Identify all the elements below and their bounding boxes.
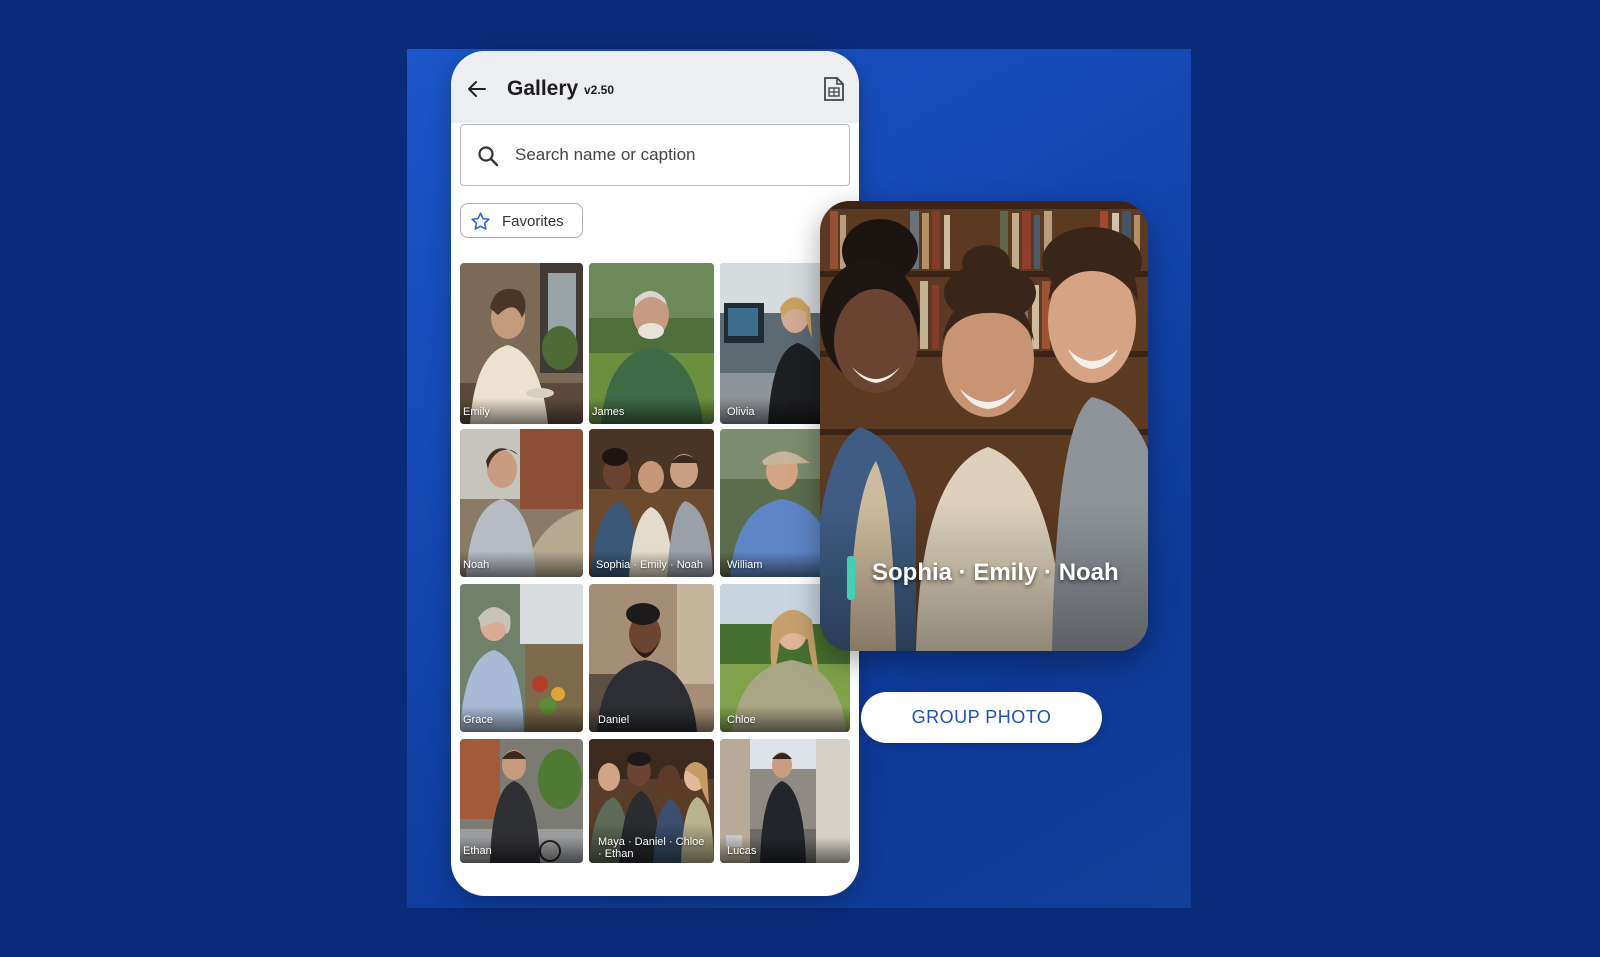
photo-tile[interactable]: Emily [460, 263, 583, 424]
star-outline-icon [471, 212, 490, 230]
detail-caption: Sophia · Emily · Noah [872, 559, 1119, 586]
tile-caption: Lucas [727, 845, 757, 857]
document-icon[interactable] [823, 76, 845, 102]
group-photo-label: GROUP PHOTO [911, 707, 1052, 727]
search-placeholder: Search name or caption [515, 145, 696, 164]
group-photo-button[interactable]: GROUP PHOTO [861, 692, 1102, 743]
phone-frame: Gallery v2.50 Search name or caption Fav… [451, 51, 859, 896]
photo-tile[interactable]: Grace [460, 584, 583, 732]
tile-caption: James [592, 406, 625, 418]
photo-tile[interactable]: Sophia · Emily · Noah [589, 429, 714, 577]
photo-tile[interactable]: Daniel [589, 584, 714, 732]
tile-caption: Olivia [727, 406, 755, 418]
tile-caption: Noah [463, 559, 490, 571]
photo-detail-card[interactable]: Sophia · Emily · Noah [820, 201, 1148, 651]
tile-caption: Maya · Daniel · Chloe · Ethan [598, 836, 705, 860]
tile-caption: Grace [463, 714, 493, 726]
arrow-left-icon[interactable] [465, 77, 489, 101]
version-badge: v2.50 [584, 83, 615, 97]
favorites-filter-chip[interactable]: Favorites [460, 203, 583, 238]
tile-caption: Ethan [463, 845, 492, 857]
photo-tile[interactable]: Ethan [460, 739, 583, 863]
search-icon [478, 146, 499, 167]
page-title: Gallery [507, 77, 579, 100]
tile-caption: Emily [463, 406, 490, 418]
tile-caption: Daniel [598, 714, 630, 726]
tile-caption: William [727, 559, 763, 571]
photo-tile[interactable]: Noah [460, 429, 583, 577]
app-header: Gallery v2.50 [451, 51, 859, 123]
tile-caption: Sophia · Emily · Noah [596, 559, 703, 571]
photo-tile[interactable]: James [589, 263, 714, 424]
photo-tile[interactable]: Lucas [720, 739, 850, 863]
tile-caption: Chloe [727, 714, 756, 726]
caption-accent-bar [847, 556, 855, 600]
favorites-label: Favorites [502, 213, 564, 230]
photo-tile[interactable]: Maya · Daniel · Chloe · Ethan [589, 739, 714, 863]
search-input[interactable]: Search name or caption [460, 124, 850, 186]
